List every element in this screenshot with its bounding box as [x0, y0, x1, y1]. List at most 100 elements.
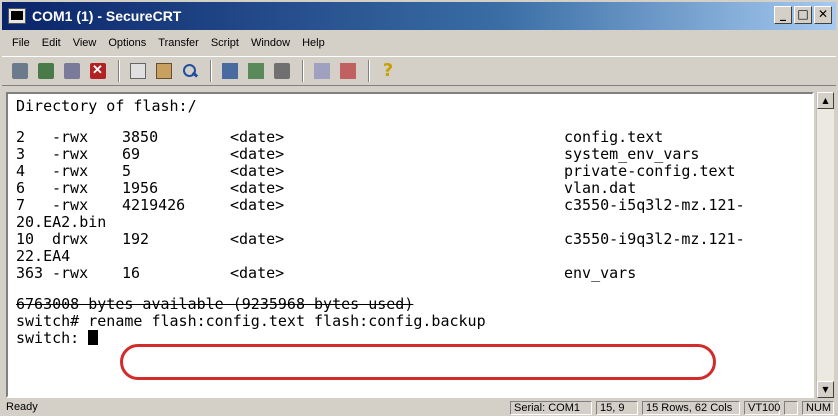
entry-index: 10 [16, 230, 35, 248]
connect-icon [12, 63, 28, 79]
copy-button[interactable] [126, 59, 150, 83]
copy-icon [130, 63, 146, 79]
paste-button[interactable] [152, 59, 176, 83]
entry-permissions: drwx [52, 230, 89, 248]
menu-help[interactable]: Help [296, 37, 331, 49]
status-serial: Serial: COM1 [510, 401, 592, 415]
highlight-annotation [120, 344, 716, 380]
entry-date: <date> [230, 230, 285, 248]
dir-entry-row: 2 -rwx 3850 <date> config.text [16, 129, 812, 146]
disconnect-button[interactable] [86, 59, 110, 83]
command-text: switch# rename flash:config.text flash:c… [16, 313, 486, 330]
entry-index: 7 [16, 196, 26, 214]
help-button[interactable]: ? [376, 59, 400, 83]
entry-size: 69 [122, 145, 141, 163]
dir-entry-row: 3 -rwx 69 <date> system_env_vars [16, 146, 812, 163]
entry-filename: config.text [564, 128, 664, 146]
reconnect-button[interactable] [60, 59, 84, 83]
entry-filename: private-config.text [564, 162, 736, 180]
entry-index: 363 [16, 264, 44, 282]
flash-summary: 6763008 bytes available (9235968 bytes u… [16, 295, 414, 313]
entry-filename: vlan.dat [564, 179, 637, 197]
filename-continuation: 22.EA4 [16, 247, 71, 265]
entry-size: 4219426 [122, 196, 186, 214]
terminal-line: 20.EA2.bin [16, 214, 812, 231]
entry-index: 2 [16, 128, 26, 146]
status-emulation: VT100 [744, 401, 780, 415]
session-options-button[interactable] [310, 59, 334, 83]
session-options-icon [314, 63, 330, 79]
dir-entry-row: 10 drwx 192 <date> c3550-i9q3l2-mz.121- [16, 231, 812, 248]
connect-button[interactable] [8, 59, 32, 83]
print-button[interactable] [270, 59, 294, 83]
terminal-screen[interactable]: Directory of flash:/ 2 -rwx 3850 <date> … [6, 92, 814, 398]
raw-log-icon [248, 63, 264, 79]
menu-bar: File Edit View Options Transfer Script W… [2, 32, 836, 54]
quick-connect-button[interactable] [34, 59, 58, 83]
entry-filename: system_env_vars [564, 145, 700, 163]
entry-permissions: -rwx [52, 264, 89, 282]
entry-filename: c3550-i9q3l2-mz.121- [564, 230, 745, 248]
quick-connect-icon [38, 63, 54, 79]
window-title: COM1 (1) - SecureCRT [32, 8, 182, 24]
menu-file[interactable]: File [6, 37, 36, 49]
entry-permissions: -rwx [52, 128, 89, 146]
entry-size: 16 [122, 264, 141, 282]
prompt: switch: [16, 329, 80, 347]
status-cursor-position: 15, 9 [596, 401, 638, 415]
raw-log-button[interactable] [244, 59, 268, 83]
entry-index: 4 [16, 162, 26, 180]
status-ready: Ready [6, 401, 38, 413]
text-cursor [88, 330, 99, 345]
entry-date: <date> [230, 145, 285, 163]
menu-script[interactable]: Script [205, 37, 245, 49]
paste-icon [156, 63, 172, 79]
entry-size: 192 [122, 230, 150, 248]
entry-permissions: -rwx [52, 179, 89, 197]
securecrt-window: COM1 (1) - SecureCRT _ □ ✕ File Edit Vie… [0, 0, 838, 416]
entry-index: 3 [16, 145, 26, 163]
entry-size: 1956 [122, 179, 159, 197]
terminal-line: 22.EA4 [16, 248, 812, 265]
rename-command: rename flash:config.text flash:config.ba… [79, 312, 486, 330]
menu-window[interactable]: Window [245, 37, 296, 49]
app-terminal-icon [8, 8, 26, 24]
print-icon [274, 63, 290, 79]
toolbar-separator [118, 60, 120, 82]
filename-continuation: 20.EA2.bin [16, 213, 107, 231]
minimize-button[interactable]: _ [774, 6, 792, 24]
log-session-button[interactable] [218, 59, 242, 83]
menu-options[interactable]: Options [102, 37, 152, 49]
entry-size: 5 [122, 162, 132, 180]
toolbar: ? [2, 56, 836, 86]
menu-edit[interactable]: Edit [36, 37, 67, 49]
entry-filename: env_vars [564, 264, 637, 282]
terminal-line: Directory of flash:/ [16, 98, 812, 115]
keymap-button[interactable] [336, 59, 360, 83]
scroll-down-arrow-icon[interactable]: ▼ [817, 381, 834, 398]
maximize-button[interactable]: □ [794, 6, 812, 24]
entry-permissions: -rwx [52, 145, 89, 163]
title-bar[interactable]: COM1 (1) - SecureCRT _ □ ✕ [2, 2, 836, 30]
toolbar-separator [302, 60, 304, 82]
vertical-scrollbar[interactable]: ▲ ▼ [816, 92, 834, 398]
keymap-icon [340, 63, 356, 79]
entry-size: 3850 [122, 128, 159, 146]
entry-permissions: -rwx [52, 162, 89, 180]
directory-header: Directory of flash:/ [16, 97, 197, 115]
disconnect-icon [90, 62, 106, 79]
menu-transfer[interactable]: Transfer [152, 37, 205, 49]
entry-date: <date> [230, 179, 285, 197]
dir-entry-row: 4 -rwx 5 <date> private-config.text [16, 163, 812, 180]
log-session-icon [222, 63, 238, 79]
entry-index: 6 [16, 179, 26, 197]
scroll-up-arrow-icon[interactable]: ▲ [817, 92, 834, 109]
close-button[interactable]: ✕ [814, 6, 832, 24]
menu-view[interactable]: View [67, 37, 103, 49]
dir-entry-row: 7 -rwx 4219426 <date> c3550-i5q3l2-mz.12… [16, 197, 812, 214]
toolbar-separator [210, 60, 212, 82]
dir-entry-row: 6 -rwx 1956 <date> vlan.dat [16, 180, 812, 197]
status-num-lock: NUM [802, 401, 834, 415]
entry-date: <date> [230, 128, 285, 146]
find-button[interactable] [178, 59, 202, 83]
